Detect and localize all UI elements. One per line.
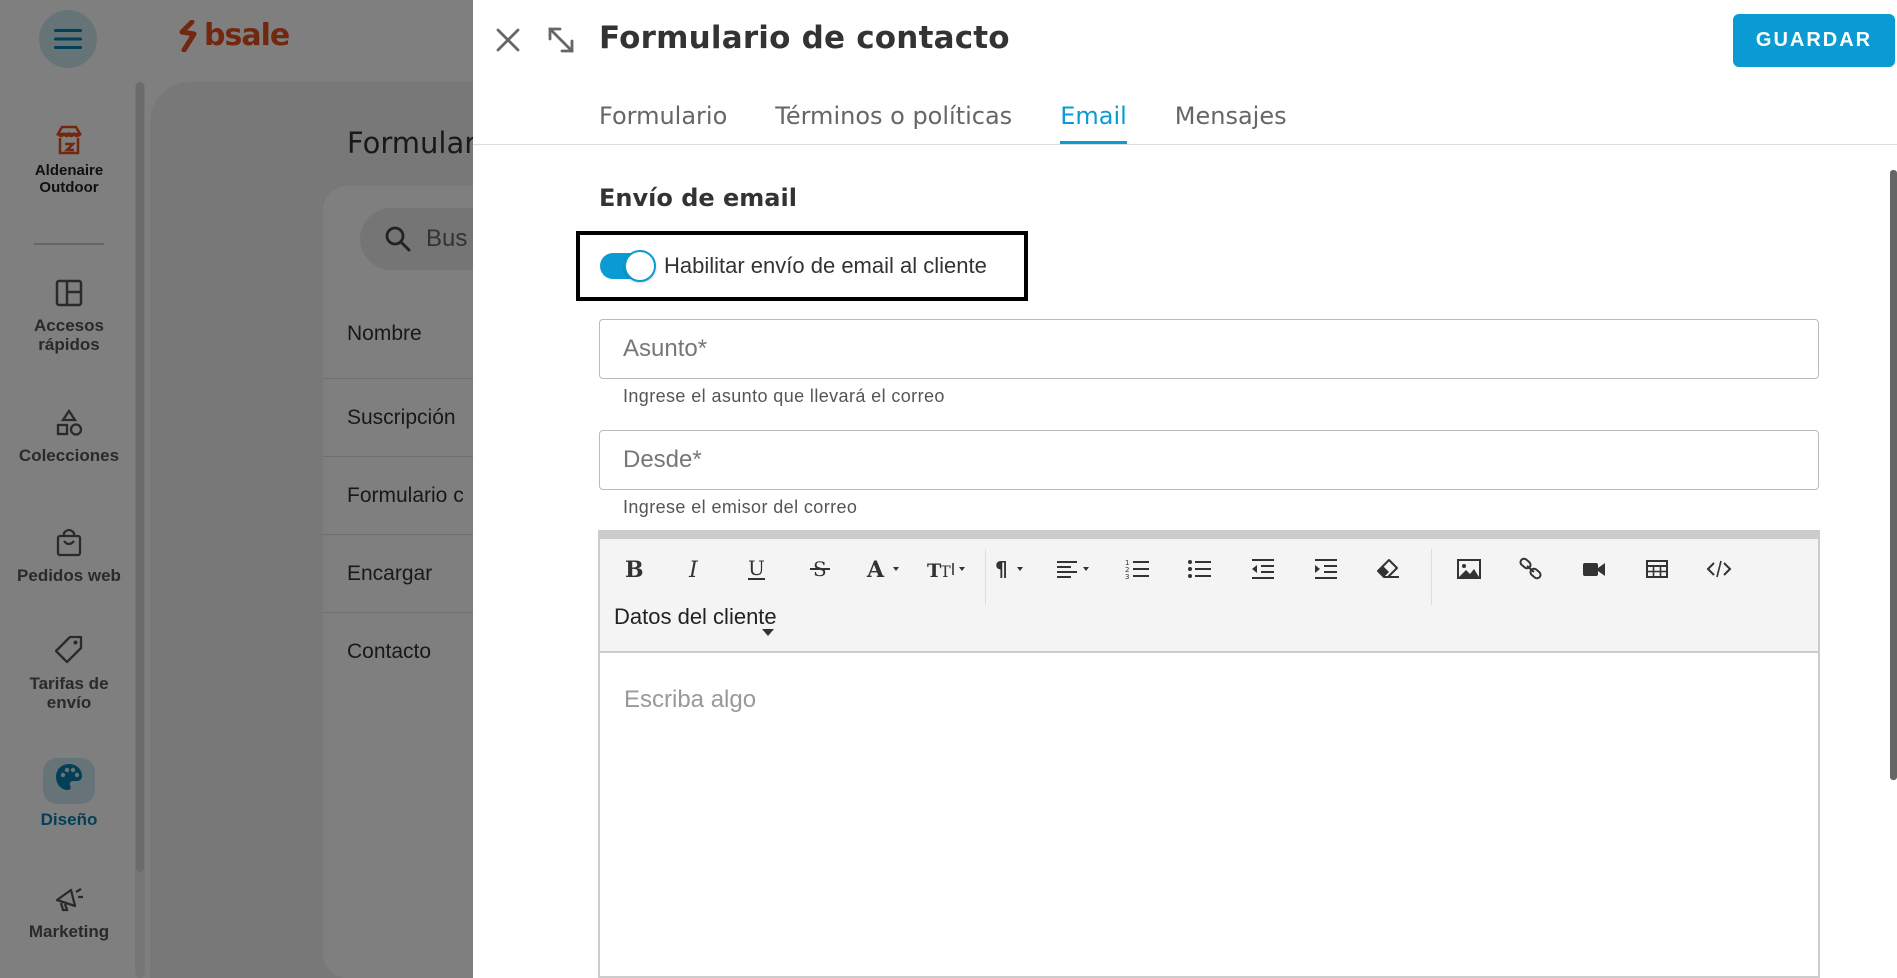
eraser-icon	[1377, 559, 1399, 578]
italic-icon: I	[688, 558, 699, 581]
section-title: Envío de email	[599, 184, 797, 212]
video-icon	[1583, 563, 1605, 576]
email-toggle-switch[interactable]	[600, 250, 656, 282]
chevron-down-icon	[762, 629, 774, 636]
save-button[interactable]: GUARDAR	[1733, 14, 1895, 67]
email-body-editor[interactable]: B I U S A TT ¶ 123 Datos del cliente Esc…	[598, 530, 1820, 978]
tab-formulario[interactable]: Formulario	[599, 98, 727, 144]
from-field[interactable]: Desde*	[599, 430, 1819, 490]
dropdown-label: Datos del cliente	[614, 604, 777, 629]
italic-button[interactable]: I	[678, 549, 712, 589]
ordered-list-icon: 123	[1125, 559, 1149, 581]
code-view-button[interactable]	[1702, 549, 1736, 589]
svg-text:A: A	[866, 557, 885, 581]
underline-icon: U	[748, 557, 765, 580]
underline-button[interactable]: U	[740, 549, 774, 589]
image-icon	[1457, 559, 1481, 579]
drawer-scrollbar[interactable]	[1890, 170, 1897, 780]
email-toggle-row[interactable]: Habilitar envío de email al cliente	[576, 231, 1028, 301]
svg-text:T: T	[940, 562, 951, 581]
editor-placeholder: Escriba algo	[624, 686, 757, 713]
tab-terminos-o-politicas[interactable]: Términos o políticas	[775, 98, 1012, 144]
svg-text:¶: ¶	[995, 557, 1008, 581]
svg-text:3: 3	[1125, 573, 1129, 581]
editor-top-bar	[600, 532, 1818, 539]
indent-icon	[1315, 559, 1337, 579]
tab-mensajes[interactable]: Mensajes	[1175, 98, 1287, 144]
table-icon	[1646, 560, 1668, 578]
drawer-tabs: Formulario Términos o políticas Email Me…	[599, 98, 1335, 144]
insert-link-button[interactable]	[1514, 549, 1548, 589]
unordered-list-button[interactable]	[1183, 549, 1217, 589]
email-toggle-label[interactable]: Habilitar envío de email al cliente	[664, 253, 987, 279]
customer-data-dropdown[interactable]: Datos del cliente	[614, 604, 778, 636]
font-size-button[interactable]: TT	[926, 549, 970, 589]
tabs-divider	[473, 144, 1897, 145]
font-color-button[interactable]: A	[864, 549, 908, 589]
toolbar-separator	[1431, 549, 1432, 605]
drawer-title: Formulario de contacto	[599, 20, 1010, 56]
strikethrough-icon: S	[810, 557, 830, 581]
tab-email[interactable]: Email	[1060, 98, 1127, 144]
toolbar-separator	[985, 549, 986, 605]
align-left-icon	[1057, 561, 1089, 578]
subject-field[interactable]: Asunto*	[599, 319, 1819, 379]
toggle-knob	[624, 250, 656, 282]
from-placeholder: Desde*	[623, 446, 702, 473]
close-icon[interactable]	[494, 26, 522, 54]
strikethrough-button[interactable]: S	[803, 549, 837, 589]
svg-text:B: B	[625, 557, 644, 581]
bold-icon: B	[625, 557, 644, 581]
ordered-list-button[interactable]: 123	[1121, 549, 1155, 589]
link-icon	[1519, 557, 1542, 580]
unordered-list-icon	[1188, 560, 1211, 578]
font-size-icon: TT	[927, 560, 965, 581]
insert-table-button[interactable]	[1640, 549, 1674, 589]
editor-toolbar: B I U S A TT ¶ 123 Datos del cliente	[600, 539, 1818, 653]
outdent-button[interactable]	[1246, 549, 1280, 589]
subject-placeholder: Asunto*	[623, 335, 708, 362]
align-button[interactable]	[1054, 549, 1098, 589]
outdent-icon	[1252, 559, 1274, 579]
bold-button[interactable]: B	[616, 549, 650, 589]
expand-icon[interactable]	[545, 24, 577, 56]
insert-video-button[interactable]	[1577, 549, 1611, 589]
paragraph-button[interactable]: ¶	[992, 549, 1036, 589]
svg-text:I: I	[688, 558, 699, 581]
svg-text:U: U	[748, 557, 765, 580]
paragraph-icon: ¶	[995, 557, 1023, 581]
insert-image-button[interactable]	[1452, 549, 1486, 589]
subject-hint: Ingrese el asunto que llevará el correo	[623, 386, 945, 406]
from-hint: Ingrese el emisor del correo	[623, 497, 858, 517]
code-icon	[1706, 560, 1732, 578]
clear-format-button[interactable]	[1371, 549, 1405, 589]
indent-button[interactable]	[1309, 549, 1343, 589]
font-color-icon: A	[866, 557, 899, 581]
